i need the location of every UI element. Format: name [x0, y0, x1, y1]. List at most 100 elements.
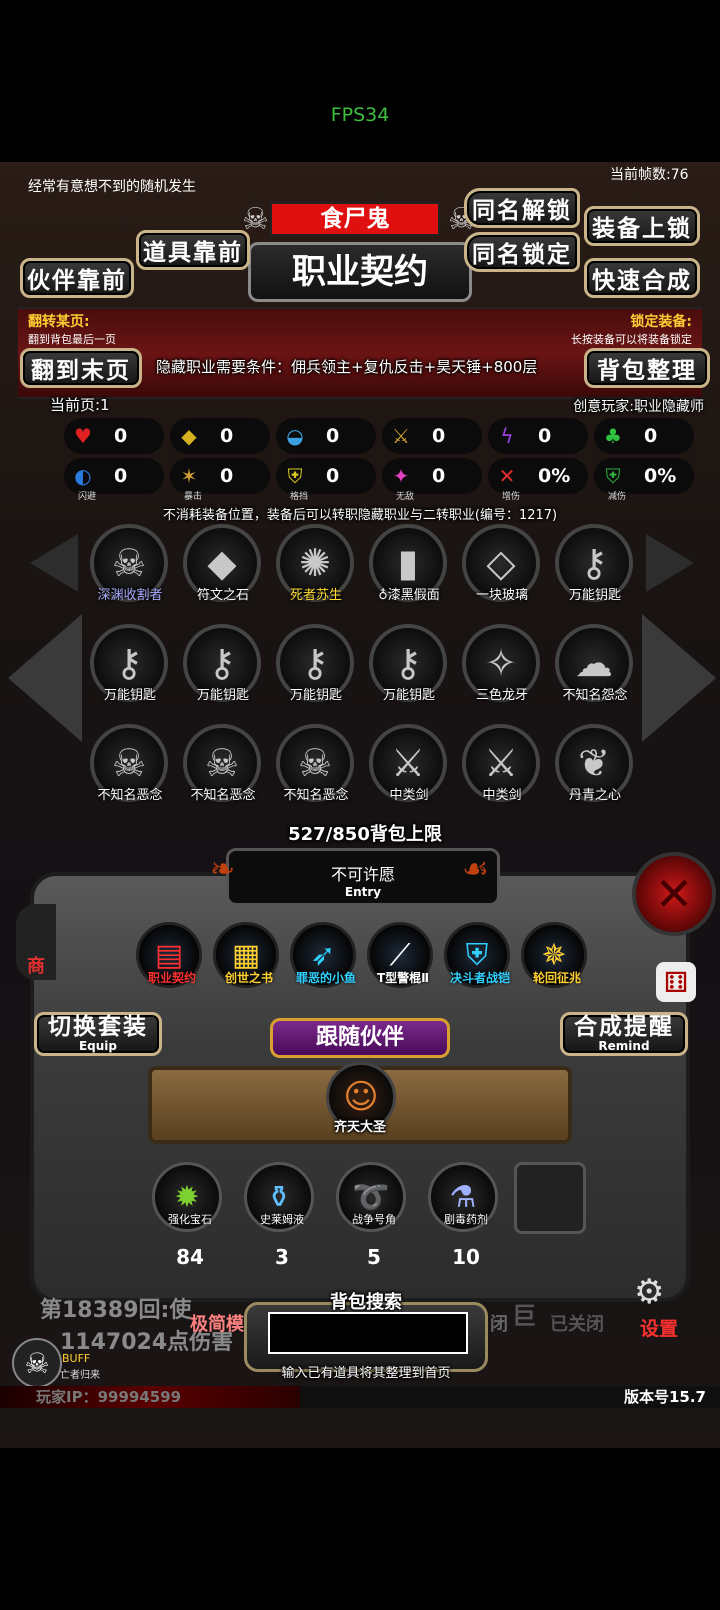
- equipped-slot[interactable]: ▤ 职业契约: [136, 922, 202, 988]
- stat-heart: ♥ 0: [64, 418, 164, 454]
- stat-sub-label: 增伤: [502, 492, 521, 502]
- equipped-slot[interactable]: ✵ 轮回征兆: [521, 922, 587, 988]
- sort-bag-button[interactable]: 背包整理: [584, 348, 710, 388]
- equip-lock-button[interactable]: 装备上锁: [584, 206, 700, 246]
- bag-item-slot[interactable]: ⚷ 万能钥匙: [555, 524, 635, 620]
- equipped-slot[interactable]: ⛨ 决斗者战铠: [444, 922, 510, 988]
- bag-item-slot[interactable]: ⚷ 万能钥匙: [276, 624, 356, 720]
- bag-item-slot[interactable]: ⚷ 万能钥匙: [90, 624, 170, 720]
- consumable-icon: ➰: [352, 1179, 390, 1215]
- quick-merge-button[interactable]: 快速合成: [584, 258, 700, 298]
- gear-icon[interactable]: ⚙: [634, 1272, 664, 1312]
- page-title: 职业契约: [248, 242, 472, 302]
- stat-sub-label: 无敌: [396, 492, 415, 502]
- equipped-slot[interactable]: ⟋ T型警棍Ⅱ: [367, 922, 433, 988]
- monster-name: 食尸鬼: [270, 202, 440, 236]
- item-label: 一块玻璃: [475, 588, 528, 603]
- stat-value: 0: [432, 425, 446, 447]
- fps-counter: FPS34: [330, 104, 390, 126]
- bag-item-slot[interactable]: ☠ 深渊收割者: [90, 524, 170, 620]
- next-arrow-small[interactable]: [646, 534, 694, 592]
- consumable-slot[interactable]: ⚱ 史莱姆液 3: [244, 1162, 314, 1269]
- sword-icon: ⚔: [392, 424, 410, 448]
- bag-item-slot[interactable]: ▮ ♁漆黑假面: [369, 524, 449, 620]
- last-page-button[interactable]: 翻到末页: [20, 348, 142, 388]
- consumable-slot[interactable]: ⚗ 剧毒药剂 10: [428, 1162, 498, 1269]
- bag-item-slot[interactable]: ✧ 三色龙牙: [462, 624, 542, 720]
- consumable-label: 战争号角: [352, 1213, 396, 1226]
- equipped-row: ▤ 职业契约 ▦ 创世之书 ➶ 罪恶的小鱼 ⟋ T型警棍Ⅱ ⛨ 决斗者战铠 ✵ 轮回征兆: [136, 922, 596, 1002]
- bag-item-slot[interactable]: ◆ 符文之石: [183, 524, 263, 620]
- current-page: 当前页:1: [50, 396, 110, 414]
- dice-icon[interactable]: ⚅: [656, 962, 696, 1002]
- lock-same-button[interactable]: 同名锁定: [464, 232, 580, 272]
- consumable-slot[interactable]: ➰ 战争号角 5: [336, 1162, 406, 1269]
- armor-icon: ◆: [181, 424, 197, 448]
- search-title: 背包搜索: [330, 1292, 402, 1313]
- bag-item-slot[interactable]: ⚷ 万能钥匙: [183, 624, 263, 720]
- empty-consumable-slot[interactable]: [514, 1162, 586, 1234]
- equipped-item-icon: ▦: [231, 937, 261, 973]
- shop-tab[interactable]: 商: [16, 904, 56, 980]
- switch-set-sub: Equip: [78, 1039, 118, 1054]
- stat-invincible: ✦ 0 无敌: [382, 458, 482, 502]
- skull-buff-icon[interactable]: ☠: [12, 1338, 62, 1388]
- dodge-icon: ◐: [74, 464, 92, 488]
- prev-page-arrow[interactable]: [8, 614, 82, 742]
- unlock-same-button[interactable]: 同名解锁: [464, 188, 580, 228]
- stat-armor: ◆ 0: [170, 418, 270, 454]
- stat-sword: ⚔ 0: [382, 418, 482, 454]
- game-screen: 经常有意想不到的随机发生 当前帧数:76 食尸鬼 ☠ ☠ 职业契约 同名解锁 同…: [0, 162, 720, 1448]
- close-icon[interactable]: ✕: [632, 852, 716, 936]
- switch-set-button[interactable]: 切换套装 Equip: [34, 1012, 162, 1056]
- bag-item-slot[interactable]: ☁ 不知名怨念: [555, 624, 635, 720]
- item-label: 不知名怨念: [562, 688, 628, 703]
- version-label: 版本号15.7: [623, 1388, 706, 1406]
- item-label: 万能钥匙: [568, 588, 621, 603]
- wish-box[interactable]: 不可许愿 Entry: [226, 848, 500, 906]
- item-label: 万能钥匙: [289, 688, 342, 703]
- item-front-button[interactable]: 道具靠前: [136, 230, 250, 270]
- battle-log-line1: 第18389回:使: [40, 1298, 192, 1323]
- settings-label[interactable]: 设置: [640, 1314, 678, 1341]
- consumable-label: 史莱姆液: [260, 1213, 304, 1226]
- partner-front-button[interactable]: 伙伴靠前: [20, 258, 134, 298]
- flip-hint: 翻到背包最后一页: [28, 333, 116, 346]
- bag-item-slot[interactable]: ❦ 丹青之心: [555, 724, 635, 820]
- merge-remind-label: 合成提醒: [574, 1013, 674, 1040]
- merge-remind-button[interactable]: 合成提醒 Remind: [560, 1012, 688, 1056]
- stat-value: 0: [326, 465, 340, 487]
- search-input[interactable]: [268, 1312, 468, 1354]
- bag-item-slot[interactable]: ⚔ 中类剑: [369, 724, 449, 820]
- equipped-slot[interactable]: ➶ 罪恶的小鱼: [290, 922, 356, 988]
- wish-sub: Entry: [344, 885, 382, 899]
- stat-clover: ♣ 0: [594, 418, 694, 454]
- item-label: 三色龙牙: [475, 688, 528, 703]
- frame-count: 当前帧数:76: [610, 167, 689, 183]
- bag-item-slot[interactable]: ☠ 不知名恶念: [183, 724, 263, 820]
- bag-item-slot[interactable]: ⚷ 万能钥匙: [369, 624, 449, 720]
- consumable-icon: ⚗: [449, 1179, 477, 1215]
- equipped-item-label: 轮回征兆: [532, 971, 581, 985]
- next-page-arrow[interactable]: [642, 614, 716, 742]
- prev-arrow-small[interactable]: [30, 534, 78, 592]
- stat-block: ⛨ 0 格挡: [276, 458, 376, 502]
- consumable-count: 84: [176, 1245, 204, 1269]
- lightning-icon: ϟ: [500, 424, 514, 448]
- bag-item-slot[interactable]: ☠ 不知名恶念: [276, 724, 356, 820]
- bag-item-slot[interactable]: ✺ 死者苏生: [276, 524, 356, 620]
- buff-desc: 亡者归来: [60, 1370, 100, 1381]
- minimal-mode[interactable]: 极简模: [190, 1310, 244, 1336]
- stat-value: 0: [114, 465, 128, 487]
- consumable-slot[interactable]: ✹ 强化宝石 84: [152, 1162, 222, 1269]
- consumable-count: 10: [452, 1245, 480, 1269]
- bag-item-slot[interactable]: ◇ 一块玻璃: [462, 524, 542, 620]
- stats-row-secondary: ◐ 0 闪避 ✶ 0 暴击 ⛨ 0 格挡 ✦ 0 无敌 ✕ 0% 增伤 ⛨ 0% 减伤: [64, 458, 700, 502]
- clover-icon: ♣: [604, 424, 622, 448]
- bag-item-slot[interactable]: ☠ 不知名恶念: [90, 724, 170, 820]
- equipped-slot[interactable]: ▦ 创世之书: [213, 922, 279, 988]
- closed-short: 闭: [490, 1314, 508, 1335]
- bag-item-slot[interactable]: ⚔ 中类剑: [462, 724, 542, 820]
- stat-sub-label: 暴击: [184, 492, 203, 502]
- merge-remind-sub: Remind: [598, 1039, 650, 1054]
